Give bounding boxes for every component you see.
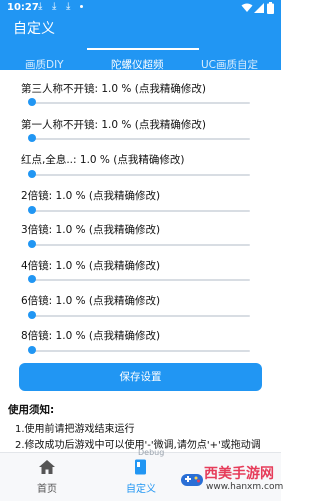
tab-uc-quality-custom[interactable]: UC画质自定 xyxy=(201,57,258,72)
watermark-text: 西美手游网 xyxy=(204,466,274,482)
slider-thumb[interactable] xyxy=(28,275,37,283)
slider-track xyxy=(30,315,250,317)
download-icon: ⤓ xyxy=(52,1,57,12)
slider-track xyxy=(30,210,250,212)
slider-track xyxy=(30,102,250,104)
slider-thumb[interactable] xyxy=(28,134,37,142)
note-line: 1.使用前请把游戏结束运行 xyxy=(15,424,135,435)
status-bar: 10:27 ⤓ ⤓ ⤓ xyxy=(0,0,281,16)
download-icon: ⤓ xyxy=(66,1,71,12)
setting-label-red-dot-holo[interactable]: 红点,全息..: 1.0 % (点我精确修改) xyxy=(21,152,184,167)
signal-icon xyxy=(254,3,264,13)
slider-thumb[interactable] xyxy=(28,311,37,319)
wifi-icon xyxy=(241,3,253,12)
status-time: 10:27 xyxy=(7,2,39,13)
nav-item-home[interactable]: 首页 xyxy=(0,453,94,501)
active-tab-indicator xyxy=(87,48,199,50)
nav-item-custom[interactable]: 自定义 xyxy=(94,453,188,501)
slider-track xyxy=(30,244,250,246)
tab-bar: 画质DIY 陀螺仪超频 UC画质自定 xyxy=(0,52,281,80)
slider-track xyxy=(30,138,250,140)
gamepad-logo-icon xyxy=(181,474,203,486)
watermark-url: www.hanxm.com xyxy=(206,482,284,492)
slider-thumb[interactable] xyxy=(28,346,37,354)
nav-label-home: 首页 xyxy=(37,484,57,495)
nav-label-custom: 自定义 xyxy=(126,484,156,495)
slider-first-person[interactable] xyxy=(28,134,250,144)
slider-track xyxy=(30,279,250,281)
setting-label-4x-scope[interactable]: 4倍镜: 1.0 % (点我精确修改) xyxy=(21,258,160,273)
debug-label: Debug xyxy=(138,448,165,457)
setting-label-first-person[interactable]: 第一人称不开镜: 1.0 % (点我精确修改) xyxy=(21,117,206,132)
setting-label-8x-scope[interactable]: 8倍镜: 1.0 % (点我精确修改) xyxy=(21,328,160,343)
slider-thumb[interactable] xyxy=(28,206,37,214)
slider-thumb[interactable] xyxy=(28,240,37,248)
watermark: 西美手游网 www.hanxm.com xyxy=(178,463,284,500)
home-icon xyxy=(39,460,55,474)
slider-thumb[interactable] xyxy=(28,98,37,106)
setting-label-third-person[interactable]: 第三人称不开镜: 1.0 % (点我精确修改) xyxy=(21,81,206,96)
setting-label-3x-scope[interactable]: 3倍镜: 1.0 % (点我精确修改) xyxy=(21,222,160,237)
book-icon xyxy=(135,459,146,475)
notes-title: 使用须知: xyxy=(8,404,55,416)
slider-track xyxy=(30,350,250,352)
slider-8x-scope[interactable] xyxy=(28,346,250,356)
notification-dot xyxy=(80,5,83,8)
save-settings-button[interactable]: 保存设置 xyxy=(19,363,262,391)
app-bar: 自定义 画质DIY 陀螺仪超频 UC画质自定 xyxy=(0,16,281,71)
slider-track xyxy=(30,174,250,176)
battery-icon xyxy=(267,2,274,14)
tab-gyroscope-overclock[interactable]: 陀螺仪超频 xyxy=(111,57,164,72)
slider-thumb[interactable] xyxy=(28,170,37,178)
setting-label-6x-scope[interactable]: 6倍镜: 1.0 % (点我精确修改) xyxy=(21,293,160,308)
slider-4x-scope[interactable] xyxy=(28,275,250,285)
page-title: 自定义 xyxy=(13,21,55,37)
tab-quality-diy[interactable]: 画质DIY xyxy=(25,57,64,72)
slider-3x-scope[interactable] xyxy=(28,240,250,250)
slider-6x-scope[interactable] xyxy=(28,311,250,321)
slider-red-dot-holo[interactable] xyxy=(28,170,250,180)
slider-2x-scope[interactable] xyxy=(28,206,250,216)
download-icon: ⤓ xyxy=(38,1,43,12)
setting-label-2x-scope[interactable]: 2倍镜: 1.0 % (点我精确修改) xyxy=(21,188,160,203)
slider-third-person[interactable] xyxy=(28,98,250,108)
